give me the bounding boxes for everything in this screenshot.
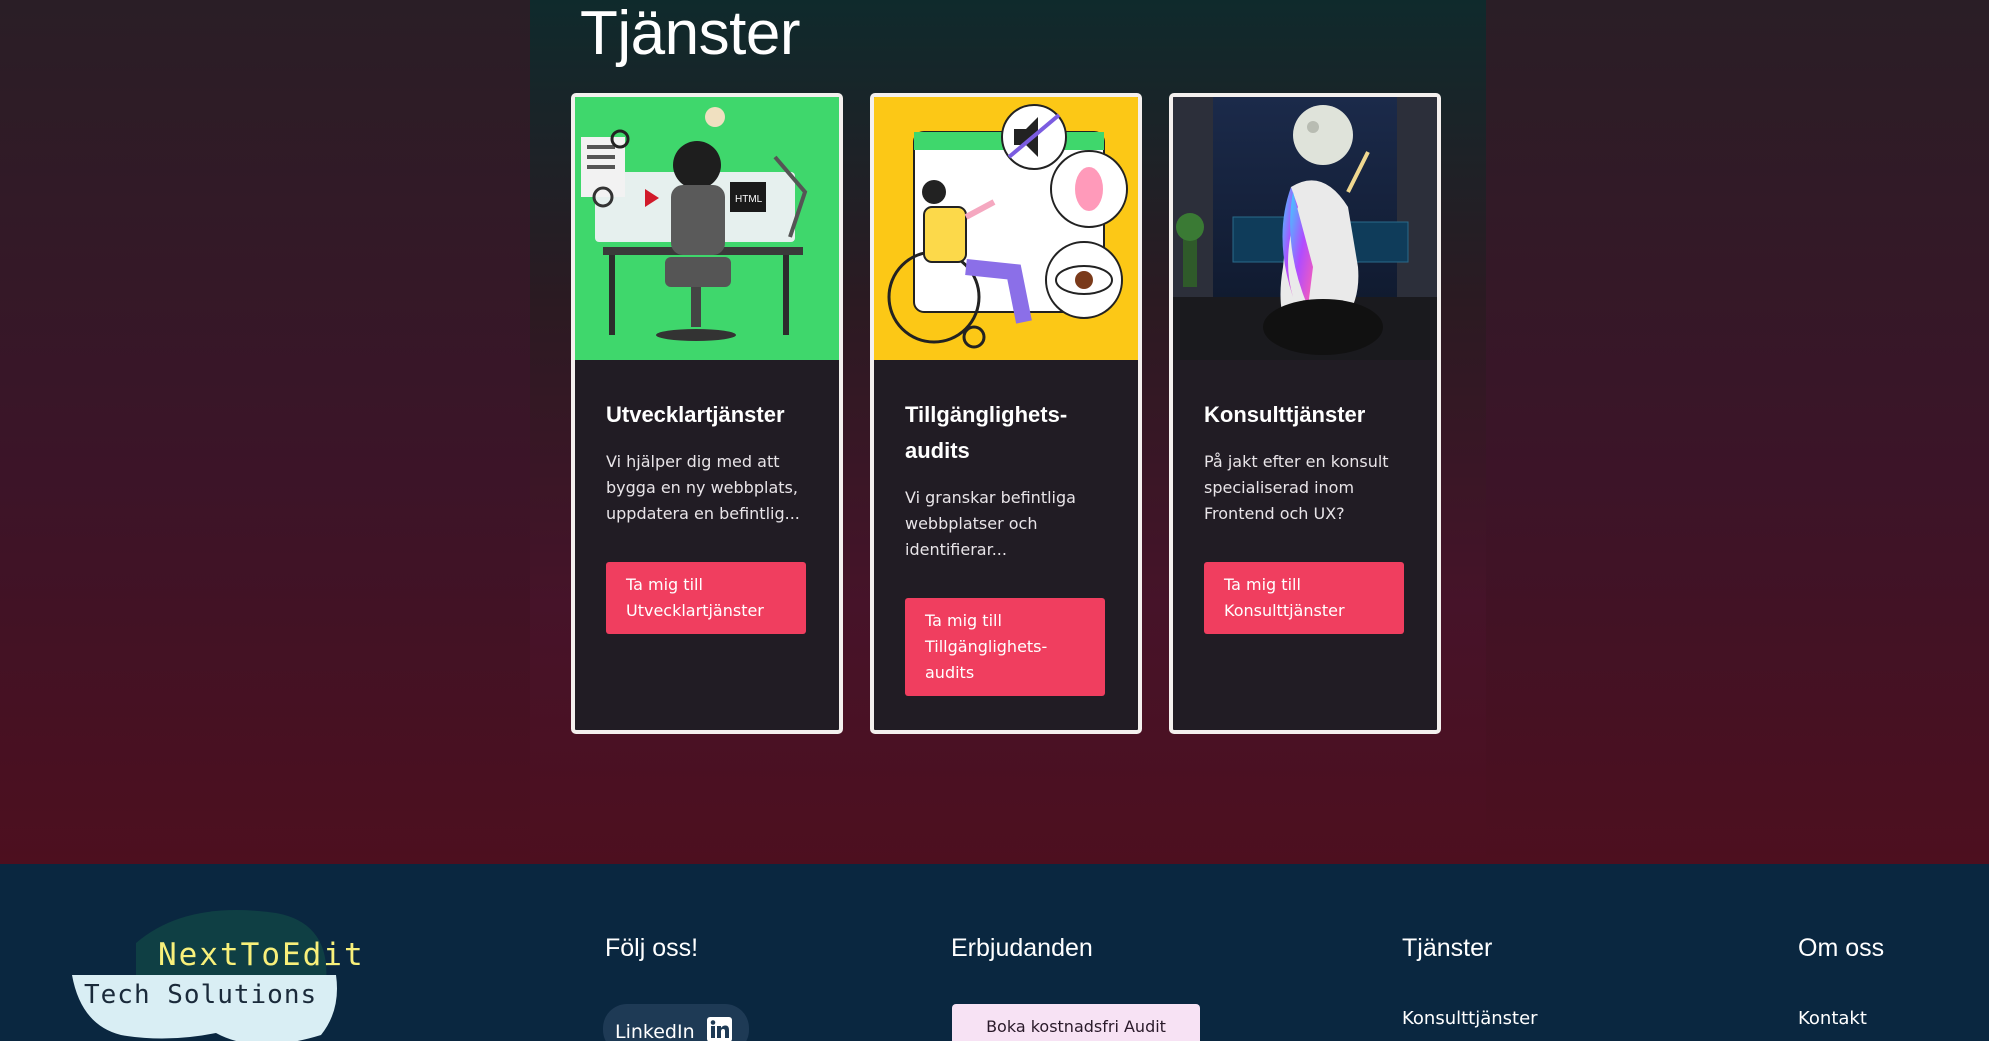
card-description: Vi hjälper dig med att bygga en ny webbp…: [606, 452, 800, 523]
service-card-accessibility: Tillgänglighets-audits Vi granskar befin…: [870, 93, 1142, 734]
offers-heading: Erbjudanden: [951, 934, 1093, 962]
linkedin-label: LinkedIn: [615, 1021, 695, 1041]
about-heading: Om oss: [1798, 934, 1885, 962]
service-card-development: HTML Utvecklartjänster Vi hjälper dig me…: [571, 93, 843, 734]
logo-tagline: Tech Solutions: [84, 980, 318, 1010]
accessibility-cta-button[interactable]: Ta mig till Tillgänglighets-audits: [905, 598, 1105, 696]
card-title: Utvecklartjänster: [606, 402, 785, 427]
linkedin-icon: [706, 1017, 732, 1041]
company-logo[interactable]: NextToEdit Tech Solutions: [66, 905, 406, 1041]
card-description: På jakt efter en konsult specialiserad i…: [1204, 452, 1389, 523]
card-title: Konsulttjänster: [1204, 402, 1366, 427]
logo-shape: [72, 909, 337, 1041]
services-heading: Tjänster: [580, 0, 800, 68]
follow-heading: Följ oss!: [605, 934, 699, 962]
footer-link-consulting[interactable]: Konsulttjänster: [1402, 1008, 1538, 1029]
consultant-unicorn-illustration: [1173, 97, 1437, 360]
linkedin-button[interactable]: LinkedIn: [603, 1004, 749, 1041]
book-audit-button[interactable]: Boka kostnadsfri Audit: [952, 1004, 1200, 1041]
footer-link-contact[interactable]: Kontakt: [1798, 1008, 1867, 1029]
svg-text:HTML: HTML: [735, 194, 763, 205]
development-cta-button[interactable]: Ta mig till Utvecklartjänster: [606, 562, 806, 634]
service-card-consulting: Konsulttjänster På jakt efter en konsult…: [1169, 93, 1441, 734]
card-title: Tillgänglighets-audits: [905, 402, 1068, 463]
consulting-cta-button[interactable]: Ta mig till Konsulttjänster: [1204, 562, 1404, 634]
card-description: Vi granskar befintliga webbplatser och i…: [905, 488, 1076, 559]
accessibility-illustration: [874, 97, 1138, 360]
footer-services-heading: Tjänster: [1402, 934, 1493, 962]
developer-illustration: HTML: [575, 97, 839, 360]
logo-name: NextToEdit: [158, 937, 365, 973]
